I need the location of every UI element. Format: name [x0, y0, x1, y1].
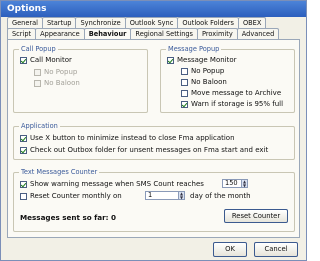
move-archive-label: Move message to Archive — [191, 89, 282, 97]
reset-day-stepper[interactable]: 1 ▲ ▼ — [145, 191, 185, 200]
message-popup-group: Message Popup Message Monitor No Popup N… — [160, 45, 295, 113]
messages-sent-label: Messages sent so far: 0 — [20, 213, 117, 222]
checkbox-box[interactable] — [167, 56, 174, 64]
warn-storage-label: Warn if storage is 95% full — [191, 100, 284, 108]
call-monitor-label: Call Monitor — [30, 56, 72, 64]
move-archive-checkbox[interactable]: Move message to Archive — [181, 89, 281, 97]
checkbox-box[interactable] — [181, 67, 188, 75]
ok-button[interactable]: OK — [213, 242, 247, 257]
checkbox-box[interactable] — [34, 79, 41, 87]
reset-monthly-checkbox[interactable]: Reset Counter monthly on — [20, 192, 122, 200]
stepper-arrows-icon[interactable]: ▲ ▼ — [178, 192, 184, 199]
messages-sent-text: Messages sent so far: 0 — [20, 213, 116, 222]
msg-no-popup-label: No Popup — [191, 67, 225, 75]
message-monitor-checkbox[interactable]: Message Monitor — [167, 56, 237, 64]
checkbox-box[interactable] — [181, 89, 188, 97]
text-counter-group: Text Messages Counter Show warning messa… — [13, 168, 295, 232]
checkbox-box[interactable] — [20, 56, 27, 64]
call-monitor-checkbox[interactable]: Call Monitor — [20, 56, 72, 64]
use-x-checkbox[interactable]: Use X button to minimize instead to clos… — [20, 134, 235, 142]
check-outbox-checkbox[interactable]: Check out Outbox folder for unsent messa… — [20, 146, 268, 154]
check-outbox-label: Check out Outbox folder for unsent messa… — [30, 146, 269, 154]
window-title: Options — [1, 1, 306, 17]
message-popup-legend: Message Popup — [166, 45, 222, 53]
msg-no-popup-checkbox[interactable]: No Popup — [181, 67, 224, 75]
application-group: Application Use X button to minimize ins… — [13, 122, 295, 160]
application-legend: Application — [19, 122, 60, 130]
reset-monthly-label: Reset Counter monthly on — [30, 192, 122, 200]
reset-day-value: 1 — [148, 191, 153, 199]
reset-counter-button[interactable]: Reset Counter — [224, 209, 288, 223]
call-no-popup-checkbox[interactable]: No Popup — [34, 68, 77, 76]
checkbox-box[interactable] — [181, 78, 188, 86]
cancel-button[interactable]: Cancel — [254, 242, 298, 257]
call-popup-group: Call Popup Call Monitor No Popup No Balo… — [13, 45, 148, 113]
message-monitor-label: Message Monitor — [177, 56, 237, 64]
show-warning-checkbox[interactable]: Show warning message when SMS Count reac… — [20, 180, 204, 188]
call-no-popup-label: No Popup — [44, 68, 78, 76]
warning-count-stepper[interactable]: 150 ▲ ▼ — [222, 179, 248, 188]
show-warning-label: Show warning message when SMS Count reac… — [30, 180, 204, 188]
day-of-month-text: day of the month — [190, 192, 251, 200]
call-no-baloon-label: No Baloon — [44, 79, 80, 87]
checkbox-box[interactable] — [20, 180, 27, 188]
checkbox-box[interactable] — [20, 146, 27, 154]
warning-count-value: 150 — [225, 179, 238, 187]
use-x-label: Use X button to minimize instead to clos… — [30, 134, 235, 142]
call-no-baloon-checkbox[interactable]: No Baloon — [34, 79, 80, 87]
checkbox-box[interactable] — [20, 192, 27, 200]
day-suffix-label: day of the month — [190, 192, 251, 200]
behaviour-panel: Call Popup Call Monitor No Popup No Balo… — [7, 39, 300, 238]
warn-storage-checkbox[interactable]: Warn if storage is 95% full — [181, 100, 283, 108]
text-counter-legend: Text Messages Counter — [19, 168, 100, 176]
checkbox-box[interactable] — [20, 134, 27, 142]
call-popup-legend: Call Popup — [19, 45, 58, 53]
stepper-arrows-icon[interactable]: ▲ ▼ — [241, 180, 247, 187]
checkbox-box[interactable] — [181, 100, 188, 108]
options-window: Options General Startup Synchronize Outl… — [0, 0, 307, 261]
msg-no-baloon-checkbox[interactable]: No Baloon — [181, 78, 227, 86]
checkbox-box[interactable] — [34, 68, 41, 76]
msg-no-baloon-label: No Baloon — [191, 78, 227, 86]
